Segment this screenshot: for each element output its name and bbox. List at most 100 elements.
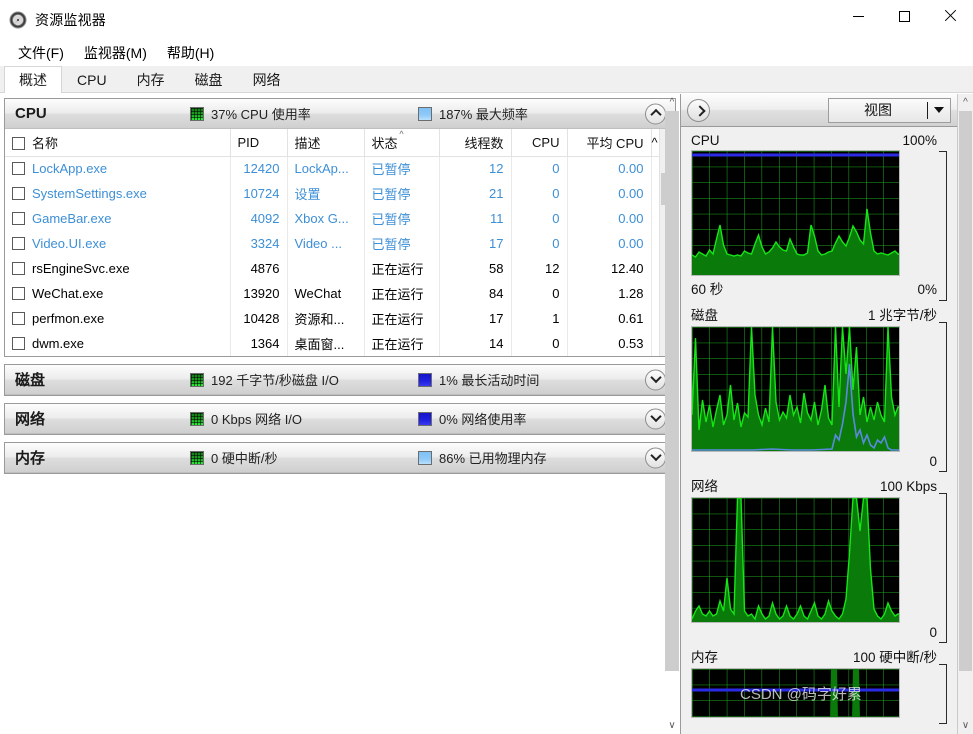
maximize-button[interactable] — [881, 0, 927, 32]
table-row[interactable]: dwm.exe 1364 桌面窗... 正在运行 14 0 0.53 — [5, 331, 668, 356]
resource-monitor-window: 资源监视器 文件(F) 监视器(M) 帮助(H) 概述 CPU 内存 磁盘 网络 — [0, 0, 973, 734]
table-row[interactable]: LockApp.exe 12420 LockAp... 已暂停 12 0 0.0… — [5, 156, 668, 181]
section-cpu-stat-frequency: 187% 最大频率 — [418, 104, 528, 123]
section-disk-stat-io: 192 千字节/秒磁盘 I/O — [190, 370, 339, 389]
view-dropdown-button[interactable]: 视图 — [828, 97, 951, 123]
window-title: 资源监视器 — [35, 12, 106, 28]
cell-average-cpu: 0.61 — [567, 306, 652, 331]
table-row[interactable]: Video.UI.exe 3324 Video ... 已暂停 17 0 0.0… — [5, 231, 668, 256]
row-checkbox[interactable] — [12, 187, 25, 200]
graph-pane-toolbar: 视图 — [681, 94, 957, 127]
column-header-description[interactable]: 描述 — [287, 129, 365, 157]
row-checkbox[interactable] — [12, 337, 25, 350]
tab-bar: 概述 CPU 内存 磁盘 网络 — [0, 66, 973, 93]
left-scrollbar-thumb[interactable] — [665, 111, 679, 671]
graph-scrollbar-thumb[interactable] — [959, 111, 972, 671]
cpu-graph-title: CPU — [691, 133, 720, 148]
left-scroll-up-arrow[interactable]: ^ — [664, 94, 680, 111]
section-cpu-title: CPU — [15, 105, 47, 122]
cell-cpu: 1 — [511, 306, 568, 331]
table-row[interactable]: GameBar.exe 4092 Xbox G... 已暂停 11 0 0.00 — [5, 206, 668, 231]
section-network-stat-utilization: 0% 网络使用率 — [418, 409, 526, 428]
section-cpu-header[interactable]: CPU 37% CPU 使用率 187% 最大频率 — [5, 99, 675, 129]
row-checkbox[interactable] — [12, 237, 25, 250]
dark-blue-swatch-icon — [418, 372, 432, 387]
cell-status: 正在运行 — [364, 331, 440, 356]
menu-item-file[interactable]: 文件(F) — [8, 41, 74, 65]
cell-status: 已暂停 — [364, 231, 440, 256]
column-header-pid[interactable]: PID — [230, 129, 288, 157]
cell-name-text: rsEngineSvc.exe — [32, 261, 130, 276]
network-graph-axis-bracket — [939, 493, 947, 643]
cpu-graph-canvas[interactable] — [691, 150, 900, 276]
graph-list: CPU 100% 60 秒 0% 磁盘 1 兆字节/秒 0 网络 100 Kbp… — [681, 127, 957, 724]
select-all-checkbox[interactable] — [12, 136, 25, 150]
left-pane-scrollbar[interactable]: ^ ∨ — [664, 94, 680, 734]
table-row[interactable]: rsEngineSvc.exe 4876 正在运行 58 12 12.40 — [5, 256, 668, 281]
expand-disk-button[interactable] — [645, 369, 666, 390]
table-row[interactable]: SystemSettings.exe 10724 设置 已暂停 21 0 0.0… — [5, 181, 668, 206]
cell-name-text: WeChat.exe — [32, 286, 104, 301]
tab-memory[interactable]: 内存 — [122, 66, 180, 92]
table-row[interactable]: WeChat.exe 13920 WeChat 正在运行 84 0 1.28 — [5, 281, 668, 306]
cell-description: Xbox G... — [287, 206, 365, 231]
column-header-average-cpu[interactable]: 平均 CPU — [567, 129, 652, 157]
network-graph-canvas[interactable] — [691, 497, 900, 623]
section-cpu: CPU 37% CPU 使用率 187% 最大频率 名称 PID 描述 ^ 状态… — [4, 98, 676, 357]
memory-graph-axis-bracket — [939, 664, 947, 724]
column-header-name[interactable]: 名称 — [5, 129, 231, 157]
row-checkbox[interactable] — [12, 162, 25, 176]
close-button[interactable] — [927, 0, 973, 32]
overview-list-pane: CPU 37% CPU 使用率 187% 最大频率 名称 PID 描述 ^ 状态… — [0, 94, 680, 734]
chevron-right-icon — [695, 106, 703, 114]
graph-scroll-down-arrow[interactable]: ∨ — [958, 717, 973, 734]
collapse-graph-pane-button[interactable] — [687, 98, 710, 122]
row-checkbox[interactable] — [12, 312, 25, 325]
section-network: 网络 0 Kbps 网络 I/O 0% 网络使用率 — [4, 403, 676, 435]
row-checkbox[interactable] — [12, 287, 25, 300]
tab-disk[interactable]: 磁盘 — [180, 66, 238, 92]
row-checkbox[interactable] — [12, 212, 25, 225]
tab-network[interactable]: 网络 — [238, 66, 296, 92]
memory-graph-canvas[interactable]: CSDN @码字好累 — [691, 668, 900, 718]
column-header-status[interactable]: ^ 状态 — [364, 129, 440, 157]
cell-name-text: SystemSettings.exe — [32, 186, 147, 201]
chevron-down-icon — [652, 376, 660, 384]
column-header-threads[interactable]: 线程数 — [439, 129, 512, 157]
section-cpu-stat-usage-text: 37% CPU 使用率 — [211, 107, 311, 122]
row-checkbox[interactable] — [12, 262, 25, 275]
menu-bar: 文件(F) 监视器(M) 帮助(H) — [0, 40, 973, 66]
cell-average-cpu: 0.00 — [567, 156, 652, 181]
section-network-header[interactable]: 网络 0 Kbps 网络 I/O 0% 网络使用率 — [5, 404, 675, 434]
cell-average-cpu: 0.00 — [567, 181, 652, 206]
tab-cpu[interactable]: CPU — [62, 66, 122, 92]
graph-pane-scrollbar[interactable]: ^ ∨ — [957, 94, 973, 734]
graph-pane-inner: 视图 CPU 100% 60 秒 0% 磁盘 1 兆字节/秒 0 网络 100 … — [681, 94, 957, 734]
cell-name: SystemSettings.exe — [5, 181, 231, 206]
disk-graph-block: 磁盘 1 兆字节/秒 0 — [691, 302, 951, 472]
disk-graph-canvas[interactable] — [691, 326, 900, 452]
process-table-wrap: 名称 PID 描述 ^ 状态 线程数 CPU 平均 CPU ^ LockApp.… — [5, 129, 675, 356]
graph-scroll-up-arrow[interactable]: ^ — [958, 94, 973, 111]
expand-memory-button[interactable] — [645, 447, 666, 468]
section-memory-stat-used-text: 86% 已用物理内存 — [439, 451, 547, 466]
cell-pid: 12420 — [230, 156, 288, 181]
column-header-name-label: 名称 — [32, 135, 59, 151]
collapse-cpu-button[interactable] — [645, 103, 666, 124]
left-scroll-down-arrow[interactable]: ∨ — [664, 717, 680, 734]
cell-pid: 10724 — [230, 181, 288, 206]
table-row[interactable]: perfmon.exe 10428 资源和... 正在运行 17 1 0.61 — [5, 306, 668, 331]
network-graph-title: 网络 — [691, 479, 718, 494]
cpu-graph-bottom-labels: 60 秒 0% — [691, 276, 951, 300]
section-memory-header[interactable]: 内存 0 硬中断/秒 86% 已用物理内存 — [5, 443, 675, 473]
section-disk-header[interactable]: 磁盘 192 千字节/秒磁盘 I/O 1% 最长活动时间 — [5, 365, 675, 395]
menu-item-monitor[interactable]: 监视器(M) — [74, 41, 157, 65]
column-header-cpu[interactable]: CPU — [511, 129, 568, 157]
expand-network-button[interactable] — [645, 408, 666, 429]
cell-status: 正在运行 — [364, 281, 440, 306]
menu-item-help[interactable]: 帮助(H) — [157, 41, 224, 65]
memory-graph-block: 内存 100 硬中断/秒 CSDN @码字好累 — [691, 644, 951, 724]
minimize-button[interactable] — [835, 0, 881, 32]
tab-overview[interactable]: 概述 — [4, 66, 62, 93]
section-network-stat-io: 0 Kbps 网络 I/O — [190, 409, 302, 428]
